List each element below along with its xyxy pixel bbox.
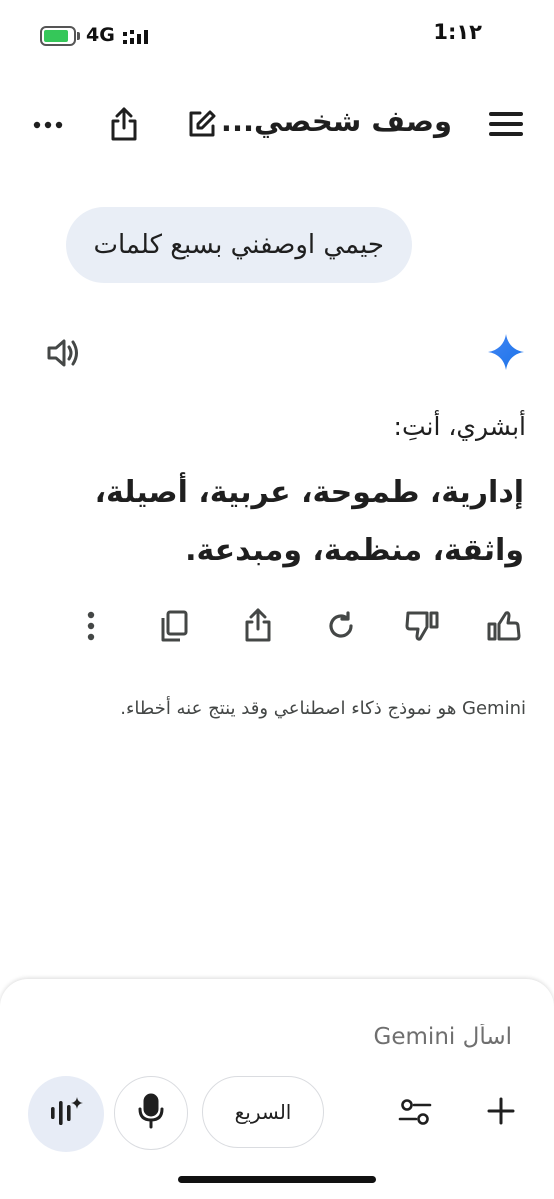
response-main: إدارية، طموحة، عربية، أصيلة، واثقة، منظم… (94, 475, 524, 568)
battery-icon (40, 26, 76, 46)
live-sparkle-icon (48, 1095, 84, 1133)
copy-icon[interactable] (156, 606, 192, 646)
share-response-icon[interactable] (240, 604, 276, 646)
status-time: 1:١٢ (433, 20, 482, 44)
regenerate-icon[interactable] (322, 606, 360, 646)
add-icon[interactable] (484, 1094, 518, 1128)
battery-level (44, 30, 68, 42)
edit-icon[interactable] (182, 104, 222, 144)
more-options-icon[interactable] (22, 106, 74, 144)
microphone-button[interactable] (114, 1076, 188, 1150)
ask-gemini-input[interactable] (32, 1017, 512, 1057)
thumbs-down-icon[interactable] (402, 606, 442, 646)
gemini-star-icon (488, 334, 524, 370)
signal-icon (123, 26, 151, 50)
more-vertical-icon[interactable] (78, 606, 104, 646)
speaker-icon[interactable] (44, 334, 84, 372)
model-selector-label: السريع (234, 1100, 292, 1124)
microphone-icon (137, 1093, 165, 1133)
ai-disclaimer: Gemini هو نموذج ذكاء اصطناعي وقد ينتج عن… (120, 698, 526, 719)
share-icon[interactable] (104, 104, 144, 144)
user-message-text: جيمي اوصفني بسبع كلمات (93, 230, 384, 260)
tools-icon[interactable] (396, 1094, 434, 1130)
model-selector-button[interactable]: السريع (202, 1076, 324, 1148)
menu-icon[interactable] (486, 106, 526, 142)
response-intro: أبشري، أنتِ: (393, 412, 526, 441)
user-message-bubble: جيمي اوصفني بسبع كلمات (65, 207, 412, 283)
home-indicator[interactable] (178, 1176, 376, 1183)
conversation-title[interactable]: وصف شخصي... (221, 104, 452, 138)
battery-cap (77, 32, 80, 40)
live-button[interactable] (28, 1076, 104, 1152)
thumbs-up-icon[interactable] (484, 606, 524, 646)
network-label: 4G (86, 24, 115, 46)
